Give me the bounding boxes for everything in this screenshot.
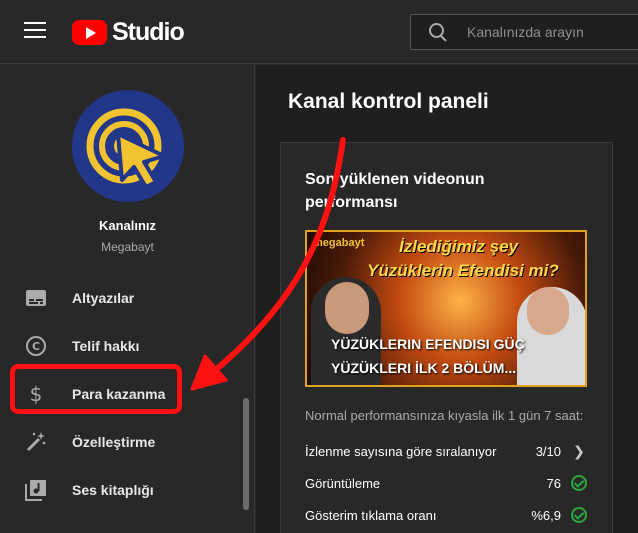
metric-value: 76: [546, 475, 561, 491]
app-name: Studio: [112, 18, 185, 46]
metric-label: İzlenme sayısına göre sıralanıyor: [305, 443, 497, 459]
svg-text:C: C: [32, 340, 40, 353]
search-input[interactable]: [467, 24, 637, 40]
search-box[interactable]: [410, 14, 638, 50]
youtube-logo-icon: [72, 20, 107, 45]
menu-icon[interactable]: [24, 22, 46, 40]
magic-wand-icon: [24, 430, 48, 454]
copyright-icon: C: [24, 334, 48, 358]
sidebar-item-audio-library[interactable]: Ses kitaplığı: [0, 466, 238, 514]
metric-value: %6,9: [531, 507, 561, 523]
thumbnail-brand: megabayt: [313, 237, 365, 249]
metric-row-ranking[interactable]: İzlenme sayısına göre sıralanıyor 3/10 ❯: [305, 441, 587, 461]
metric-row-views: Görüntüleme 76: [305, 473, 587, 493]
cursor-logo-icon: [86, 108, 166, 189]
card-title: Son yüklenen videonun performansı: [305, 171, 485, 211]
thumbnail-person-left-head: [325, 282, 369, 334]
page-title: Kanal kontrol paneli: [288, 90, 489, 113]
check-circle-icon: [571, 475, 587, 491]
top-bar: Studio: [0, 0, 638, 64]
sidebar-item-label: Özelleştirme: [72, 434, 156, 450]
video-title[interactable]: YÜZÜKLERIN EFENDISI GÜÇ YÜZÜKLERI İLK 2 …: [331, 332, 541, 380]
sidebar-item-label: Ses kitaplığı: [72, 482, 154, 498]
subtitles-icon: [24, 286, 48, 310]
annotation-highlight-box: [10, 364, 182, 414]
check-circle-icon: [571, 507, 587, 523]
sidebar-item-copyright[interactable]: C Telif hakkı: [0, 322, 238, 370]
metric-label: Görüntüleme: [305, 475, 381, 491]
sidebar-item-subtitles[interactable]: Altyazılar: [0, 274, 238, 322]
video-thumbnail[interactable]: megabayt İzlediğimiz şey Yüzüklerin Efen…: [305, 230, 587, 387]
studio-logo[interactable]: Studio: [72, 18, 185, 47]
channel-handle: Megabayt: [101, 240, 154, 254]
metric-row-ctr: Gösterim tıklama oranı %6,9: [305, 505, 587, 525]
sidebar: Kanalınız Megabayt Altyazılar C Telif ha…: [0, 65, 255, 533]
sidebar-item-label: Telif hakkı: [72, 338, 140, 354]
sidebar-item-customization[interactable]: Özelleştirme: [0, 418, 238, 466]
channel-avatar[interactable]: [72, 90, 184, 202]
sidebar-item-label: Altyazılar: [72, 290, 135, 306]
thumbnail-headline-1: İzlediğimiz şey: [399, 237, 519, 256]
metric-value: 3/10: [535, 443, 561, 459]
chevron-right-icon[interactable]: ❯: [571, 443, 587, 460]
thumbnail-headline-2: Yüzüklerin Efendisi mi?: [367, 261, 559, 280]
thumbnail-person-right-head: [527, 287, 569, 335]
sidebar-scrollbar[interactable]: [243, 398, 249, 510]
search-icon[interactable]: [429, 23, 447, 41]
latest-video-performance-card: Son yüklenen videonun performansı megaba…: [280, 142, 613, 533]
music-library-icon: [24, 478, 48, 502]
channel-name: Kanalınız: [98, 218, 157, 233]
comparison-note: Normal performansınıza kıyasla ilk 1 gün…: [305, 408, 584, 423]
metric-label: Gösterim tıklama oranı: [305, 507, 437, 523]
